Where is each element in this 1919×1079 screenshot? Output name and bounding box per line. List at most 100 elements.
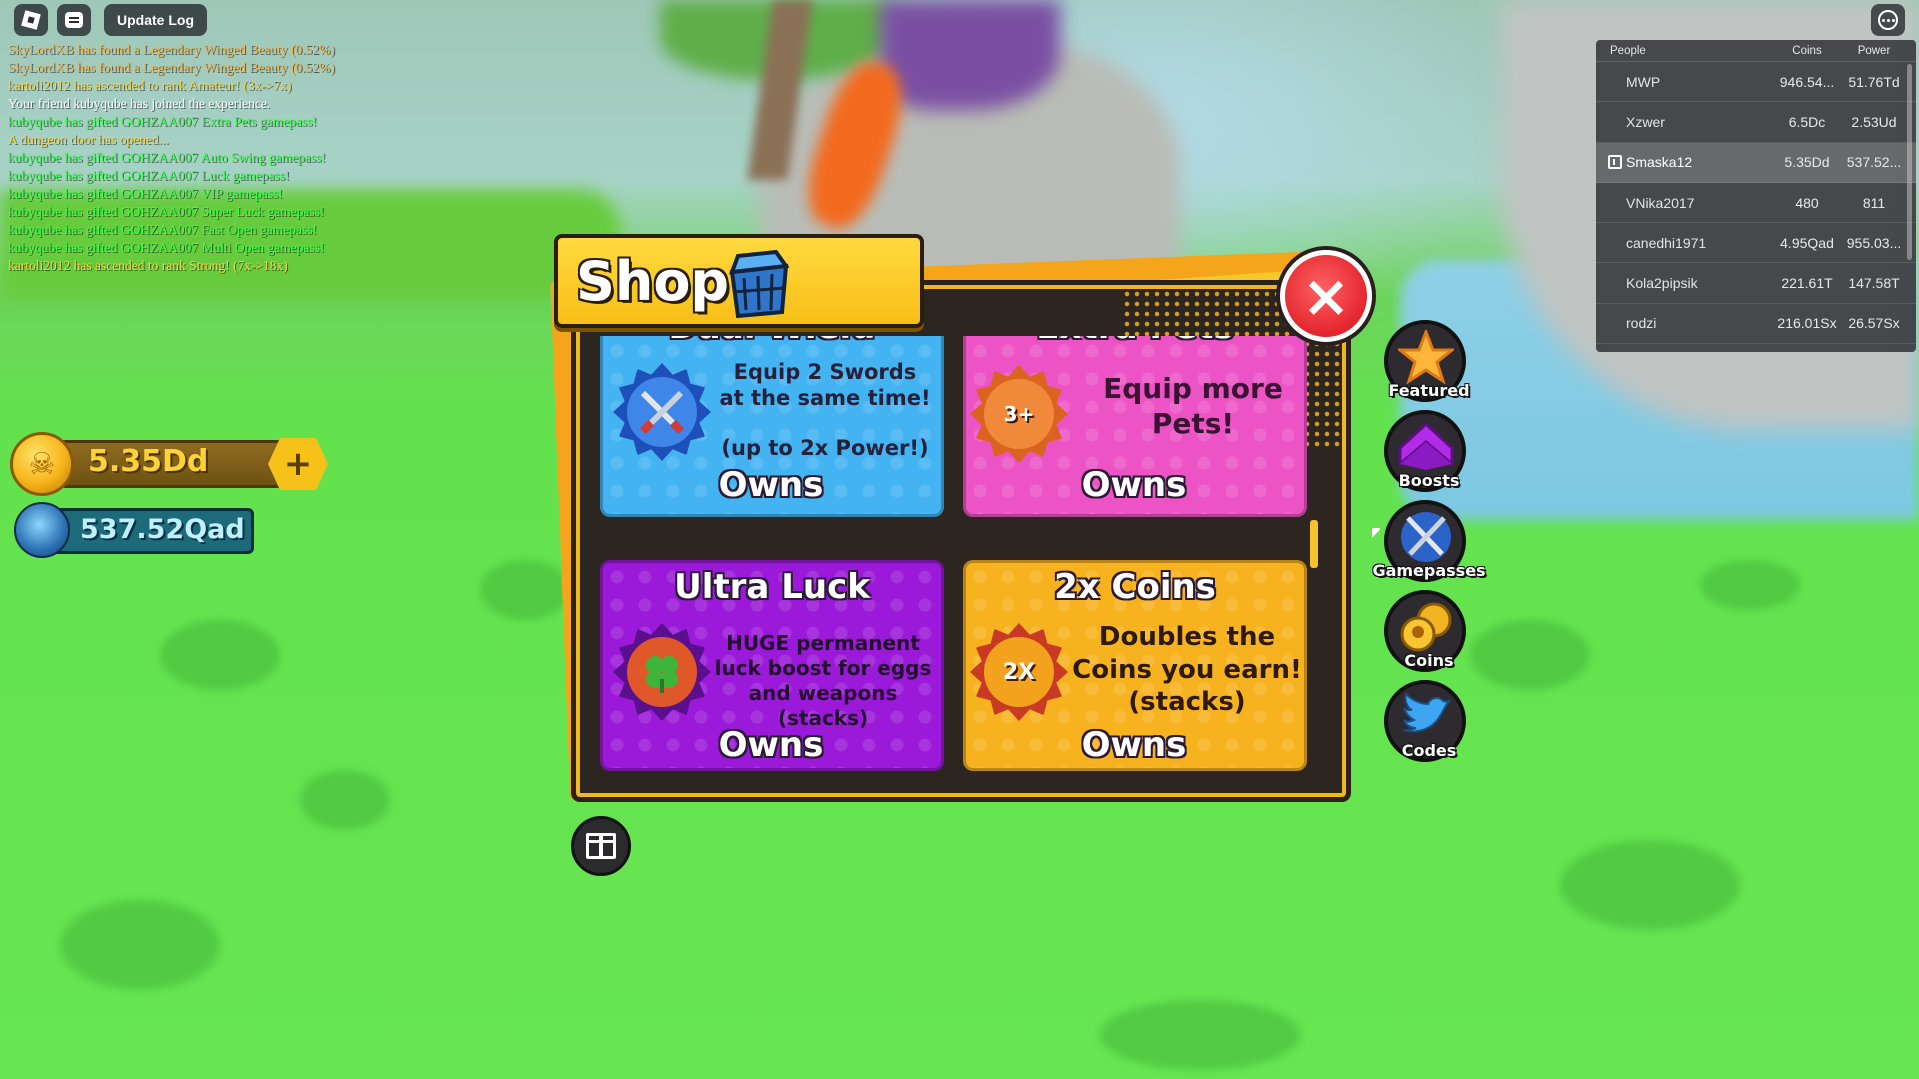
player-name: canedhi1971 xyxy=(1596,235,1772,251)
shop-scrollbar[interactable] xyxy=(1310,520,1318,568)
coins-column-header: Coins xyxy=(1792,44,1822,57)
chevron-up-icon xyxy=(1398,421,1454,470)
background-orange-structure xyxy=(795,53,915,237)
chat-message: kubyqube has gifted GOHZAA007 VIP gamepa… xyxy=(8,186,283,201)
badge-label: 2X xyxy=(984,637,1054,707)
player-name-text: MWP xyxy=(1626,73,1661,90)
player-name: VNika2017 xyxy=(1596,195,1772,211)
gamepass-list[interactable]: Dual Wield Equip 2 Swords at the same ti… xyxy=(600,336,1312,776)
roblox-logo-icon xyxy=(21,10,41,30)
background-tree-trunk xyxy=(747,0,813,180)
background-leaf xyxy=(1100,1000,1300,1070)
background-leaf xyxy=(160,620,280,690)
clover-icon xyxy=(613,623,711,721)
mouse-cursor xyxy=(1372,528,1380,540)
player-name-text: rodzi xyxy=(1626,315,1657,332)
player-power: 811 xyxy=(1862,194,1886,211)
chat-message: SkyLordXB has found a Legendary Winged B… xyxy=(8,42,335,57)
leaderboard-row[interactable]: Smaska12 5.35Dd 537.52... xyxy=(1596,142,1916,183)
card-title: Ultra Luck xyxy=(674,567,870,607)
boosts-label: Boosts xyxy=(1398,471,1460,490)
close-shop-button[interactable]: × xyxy=(1280,250,1372,342)
update-log-button[interactable]: Update Log xyxy=(104,4,207,36)
boosts-button[interactable]: Boosts xyxy=(1384,410,1466,492)
player-name-text: canedhi1971 xyxy=(1626,234,1707,251)
featured-label: Featured xyxy=(1388,381,1470,400)
player-name-text: Smaska12 xyxy=(1626,154,1693,171)
background-leaf xyxy=(60,900,220,990)
player-coins: 216.01Sx xyxy=(1777,315,1837,332)
coins-label: Coins xyxy=(1404,651,1454,670)
chat-message: A dungeon door has opened... xyxy=(8,132,169,147)
player-power: 51.76Td xyxy=(1848,73,1900,90)
gamepasses-label: Gamepasses xyxy=(1372,561,1486,580)
ellipsis-icon xyxy=(1878,10,1898,30)
card-description-extra: (up to 2x Power!) xyxy=(721,436,929,460)
gamepasses-button[interactable]: Gamepasses xyxy=(1372,500,1486,582)
chat-message: kubyqube has gifted GOHZAA007 Auto Swing… xyxy=(8,150,326,165)
player-name-text: Xzwer xyxy=(1626,113,1665,130)
more-options-button[interactable] xyxy=(1871,4,1905,36)
coins-button[interactable]: Coins xyxy=(1384,590,1466,672)
chat-log: SkyLordXB has found a Legendary Winged B… xyxy=(8,41,428,275)
player-power: 147.58T xyxy=(1848,275,1900,292)
background-leaf xyxy=(1700,560,1800,610)
leaderboard-row[interactable]: rodzi 216.01Sx 26.57Sx xyxy=(1596,304,1916,345)
buy-coins-button[interactable]: + xyxy=(268,438,328,490)
leaderboard: People Coins Power MWP 946.54... 51.76Td Xz… xyxy=(1596,40,1916,352)
power-column-header: Power xyxy=(1857,44,1891,57)
player-coins: 221.61T xyxy=(1781,275,1833,292)
gamepass-card-ultra-luck[interactable]: Ultra Luck HUGE permanent luck boost for… xyxy=(600,560,944,771)
chat-message: kubyqube has gifted GOHZAA007 Super Luck… xyxy=(8,204,325,219)
coin-amount: 5.35Dd xyxy=(88,444,209,479)
shop-title: Shop xyxy=(576,250,730,313)
gamepass-card-dual-wield[interactable]: Dual Wield Equip 2 Swords at the same ti… xyxy=(600,336,944,517)
coin-display: ☠ 5.35Dd + xyxy=(10,432,328,496)
leaderboard-rows: MWP 946.54... 51.76Td Xzwer 6.5Dc 2.53Ud Smask… xyxy=(1596,62,1916,345)
leaderboard-header: People Coins Power xyxy=(1596,40,1916,62)
leaderboard-scrollbar[interactable] xyxy=(1907,64,1912,260)
leaderboard-row[interactable]: canedhi1971 4.95Qad 955.03... xyxy=(1596,223,1916,264)
gift-button[interactable] xyxy=(571,816,631,876)
gem-icon xyxy=(14,502,70,558)
people-column-header: People xyxy=(1610,44,1646,57)
bird-icon xyxy=(1403,692,1451,733)
card-status: Owns xyxy=(1081,465,1187,505)
player-name-text: Kola2pipsik xyxy=(1626,275,1698,292)
chat-message: kubyqube has gifted GOHZAA007 Multi Open… xyxy=(8,240,325,255)
player-coins: 6.5Dc xyxy=(1788,113,1826,130)
gamepass-card-2x-coins[interactable]: 2x Coins 2X Doubles the Coins you earn! … xyxy=(963,560,1307,771)
background-leaf xyxy=(300,770,390,830)
leaderboard-row[interactable]: Xzwer 6.5Dc 2.53Ud xyxy=(1596,102,1916,143)
featured-button[interactable]: Featured xyxy=(1384,320,1470,402)
player-power: 955.03... xyxy=(1846,234,1902,251)
background-leaf xyxy=(1560,840,1740,930)
background-tree xyxy=(660,0,890,80)
chat-message: kartoli2012 has ascended to rank Amateur… xyxy=(8,78,292,93)
card-status: Owns xyxy=(1081,725,1187,765)
gamepass-card-extra-pets[interactable]: Extra Pets 3+ Equip more Pets! Owns xyxy=(963,336,1307,517)
player-name-text: VNika2017 xyxy=(1626,194,1695,211)
codes-button[interactable]: Codes xyxy=(1384,680,1466,762)
chat-icon xyxy=(65,12,83,28)
player-coins: 4.95Qad xyxy=(1780,234,1834,251)
gem-display: 537.52Qad xyxy=(14,502,254,560)
leaderboard-row[interactable]: VNika2017 480 811 xyxy=(1596,183,1916,224)
card-description: Doubles the Coins you earn! (stacks) xyxy=(1072,622,1302,717)
leaderboard-row[interactable]: Kola2pipsik 221.61T 147.58T xyxy=(1596,263,1916,304)
player-power: 26.57Sx xyxy=(1848,315,1900,332)
player-coins: 946.54... xyxy=(1779,73,1835,90)
chat-message: kubyqube has gifted GOHZAA007 Fast Open … xyxy=(8,222,317,237)
chat-message: kartoli2012 has ascended to rank Strong!… xyxy=(8,258,288,273)
chat-toggle-button[interactable] xyxy=(57,4,91,36)
player-name: MWP xyxy=(1596,74,1772,90)
leaderboard-row[interactable]: MWP 946.54... 51.76Td xyxy=(1596,62,1916,103)
card-status: Owns xyxy=(718,465,824,505)
gift-icon xyxy=(586,833,616,859)
crossed-swords-icon xyxy=(613,363,711,461)
player-name: Kola2pipsik xyxy=(1596,275,1772,291)
roblox-menu-button[interactable] xyxy=(14,4,48,36)
premium-badge-icon xyxy=(1608,155,1622,170)
card-title: Dual Wield xyxy=(603,336,941,347)
player-name: rodzi xyxy=(1596,315,1772,331)
